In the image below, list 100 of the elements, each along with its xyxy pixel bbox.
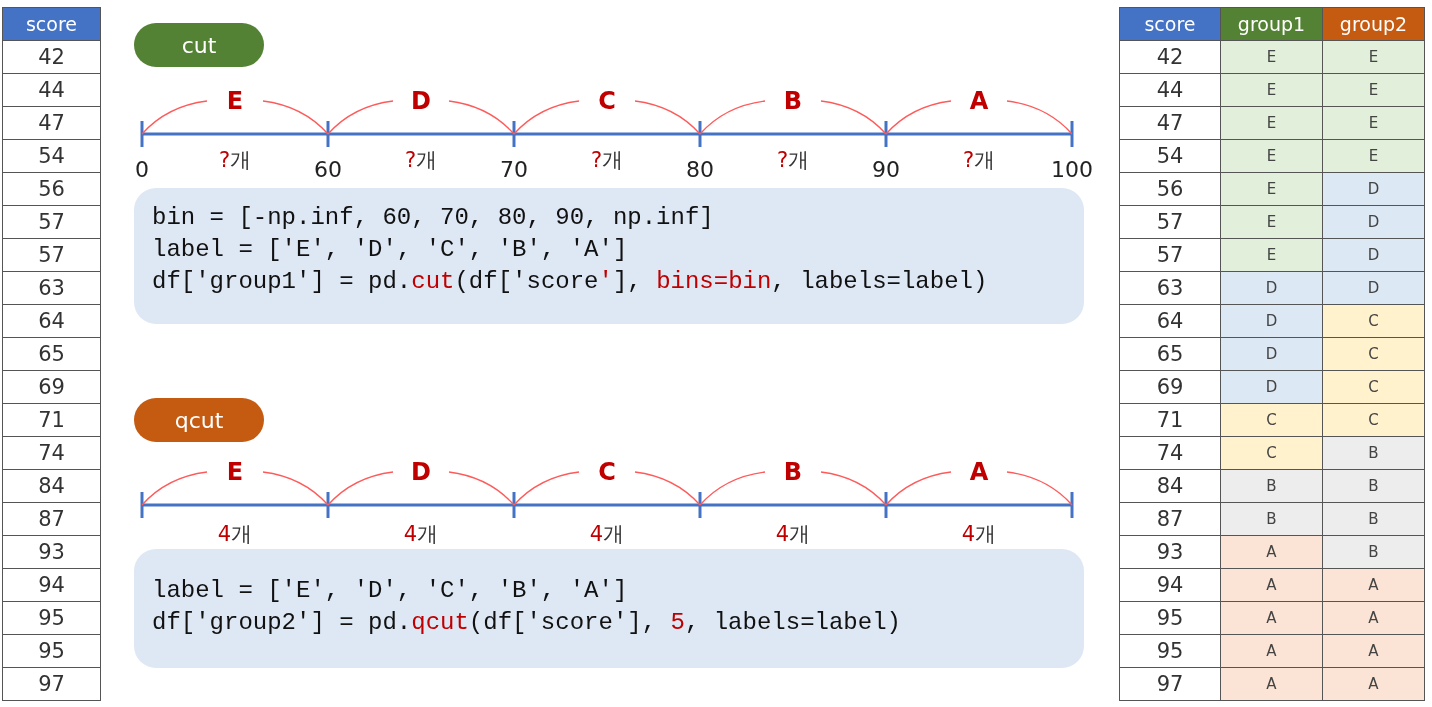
method-badge: cut (134, 23, 264, 67)
table-cell: C (1221, 437, 1323, 470)
count-label: 4개 (961, 521, 997, 548)
table-cell: 47 (3, 107, 101, 140)
count-label: 4개 (217, 521, 253, 548)
table-cell: D (1221, 338, 1323, 371)
table-cell: C (1221, 404, 1323, 437)
count-label: ?개 (590, 147, 624, 174)
count-label: 4개 (403, 521, 439, 548)
table-cell: 84 (1120, 470, 1221, 503)
grade-label: D (411, 87, 431, 115)
table-cell: 65 (1120, 338, 1221, 371)
code-text: df['group1'] = pd. (152, 268, 412, 295)
table-cell: 42 (3, 41, 101, 74)
code-text: (df['score (454, 268, 599, 295)
tick-label: 60 (314, 157, 342, 182)
table-cell: C (1323, 338, 1425, 371)
grade-label: C (598, 458, 616, 486)
table-cell: E (1221, 206, 1323, 239)
method-badge: qcut (134, 398, 264, 442)
table-cell: 71 (1120, 404, 1221, 437)
table-cell: 69 (1120, 371, 1221, 404)
table-cell: 93 (3, 536, 101, 569)
table-cell: A (1221, 569, 1323, 602)
table-cell: D (1323, 272, 1425, 305)
table-cell: B (1323, 470, 1425, 503)
table-cell: E (1323, 74, 1425, 107)
table-cell: D (1323, 173, 1425, 206)
tick-label: 90 (872, 157, 900, 182)
grade-label: C (598, 87, 616, 115)
code-text: ], (612, 268, 643, 295)
grade-label: D (411, 458, 431, 486)
code-text: bin = [-np.inf, 60, 70, 80, 90, np.inf] (152, 204, 714, 231)
table-cell: 57 (1120, 206, 1221, 239)
table-cell: 69 (3, 371, 101, 404)
table-cell: A (1323, 668, 1425, 701)
table-cell: 94 (3, 569, 101, 602)
table-cell: 54 (3, 140, 101, 173)
table-cell: D (1323, 239, 1425, 272)
table-cell: A (1221, 668, 1323, 701)
table-cell: E (1221, 74, 1323, 107)
count-label: 4개 (589, 521, 625, 548)
table-cell: 42 (1120, 41, 1221, 74)
table-cell: 97 (3, 668, 101, 701)
table-cell: E (1221, 173, 1323, 206)
grade-label: E (226, 87, 244, 115)
table-cell: D (1221, 305, 1323, 338)
tick-label: 80 (686, 157, 714, 182)
table-cell: 63 (1120, 272, 1221, 305)
highlighted-code: 5 (670, 609, 685, 636)
table-cell: D (1221, 371, 1323, 404)
table-cell: 44 (1120, 74, 1221, 107)
table-cell: E (1221, 107, 1323, 140)
code-text: , labels=label) (684, 609, 901, 636)
table-cell: E (1323, 41, 1425, 74)
highlighted-code: qcut (411, 609, 469, 636)
table-cell: 54 (1120, 140, 1221, 173)
column-header: score (3, 8, 101, 41)
grade-label: B (783, 458, 803, 486)
tick-label: 70 (500, 157, 528, 182)
table-cell: B (1221, 503, 1323, 536)
table-cell: 64 (1120, 305, 1221, 338)
table-cell: 64 (3, 305, 101, 338)
table-cell: 84 (3, 470, 101, 503)
table-cell: B (1323, 536, 1425, 569)
table-cell: A (1221, 635, 1323, 668)
highlighted-code: ' (598, 268, 613, 295)
grade-label: B (783, 87, 803, 115)
table-cell: 57 (1120, 239, 1221, 272)
table-cell: 56 (3, 173, 101, 206)
table-cell: 57 (3, 206, 101, 239)
table-cell: A (1221, 536, 1323, 569)
highlighted-code: cut (411, 268, 455, 295)
count-label: 4개 (775, 521, 811, 548)
code-text: (df['score'], (468, 609, 658, 636)
tick-label: 100 (1051, 157, 1093, 182)
table-cell: 74 (1120, 437, 1221, 470)
table-cell: C (1323, 305, 1425, 338)
table-cell: 57 (3, 239, 101, 272)
column-header: score (1120, 8, 1221, 41)
column-header: group1 (1221, 8, 1323, 41)
count-label: ?개 (218, 147, 252, 174)
table-cell: B (1323, 437, 1425, 470)
grade-label: E (226, 458, 244, 486)
table-cell: 63 (3, 272, 101, 305)
count-label: ?개 (404, 147, 438, 174)
table-cell: 93 (1120, 536, 1221, 569)
table-cell: 95 (3, 602, 101, 635)
table-cell: A (1323, 602, 1425, 635)
table-cell: E (1221, 239, 1323, 272)
highlighted-code: bins=bin (656, 268, 772, 295)
table-cell: 97 (1120, 668, 1221, 701)
table-cell: A (1221, 602, 1323, 635)
table-cell: E (1221, 41, 1323, 74)
table-cell: 71 (3, 404, 101, 437)
table-cell: 56 (1120, 173, 1221, 206)
table-cell: A (1323, 635, 1425, 668)
table-cell: D (1323, 206, 1425, 239)
table-cell: 95 (3, 635, 101, 668)
table-cell: E (1323, 140, 1425, 173)
